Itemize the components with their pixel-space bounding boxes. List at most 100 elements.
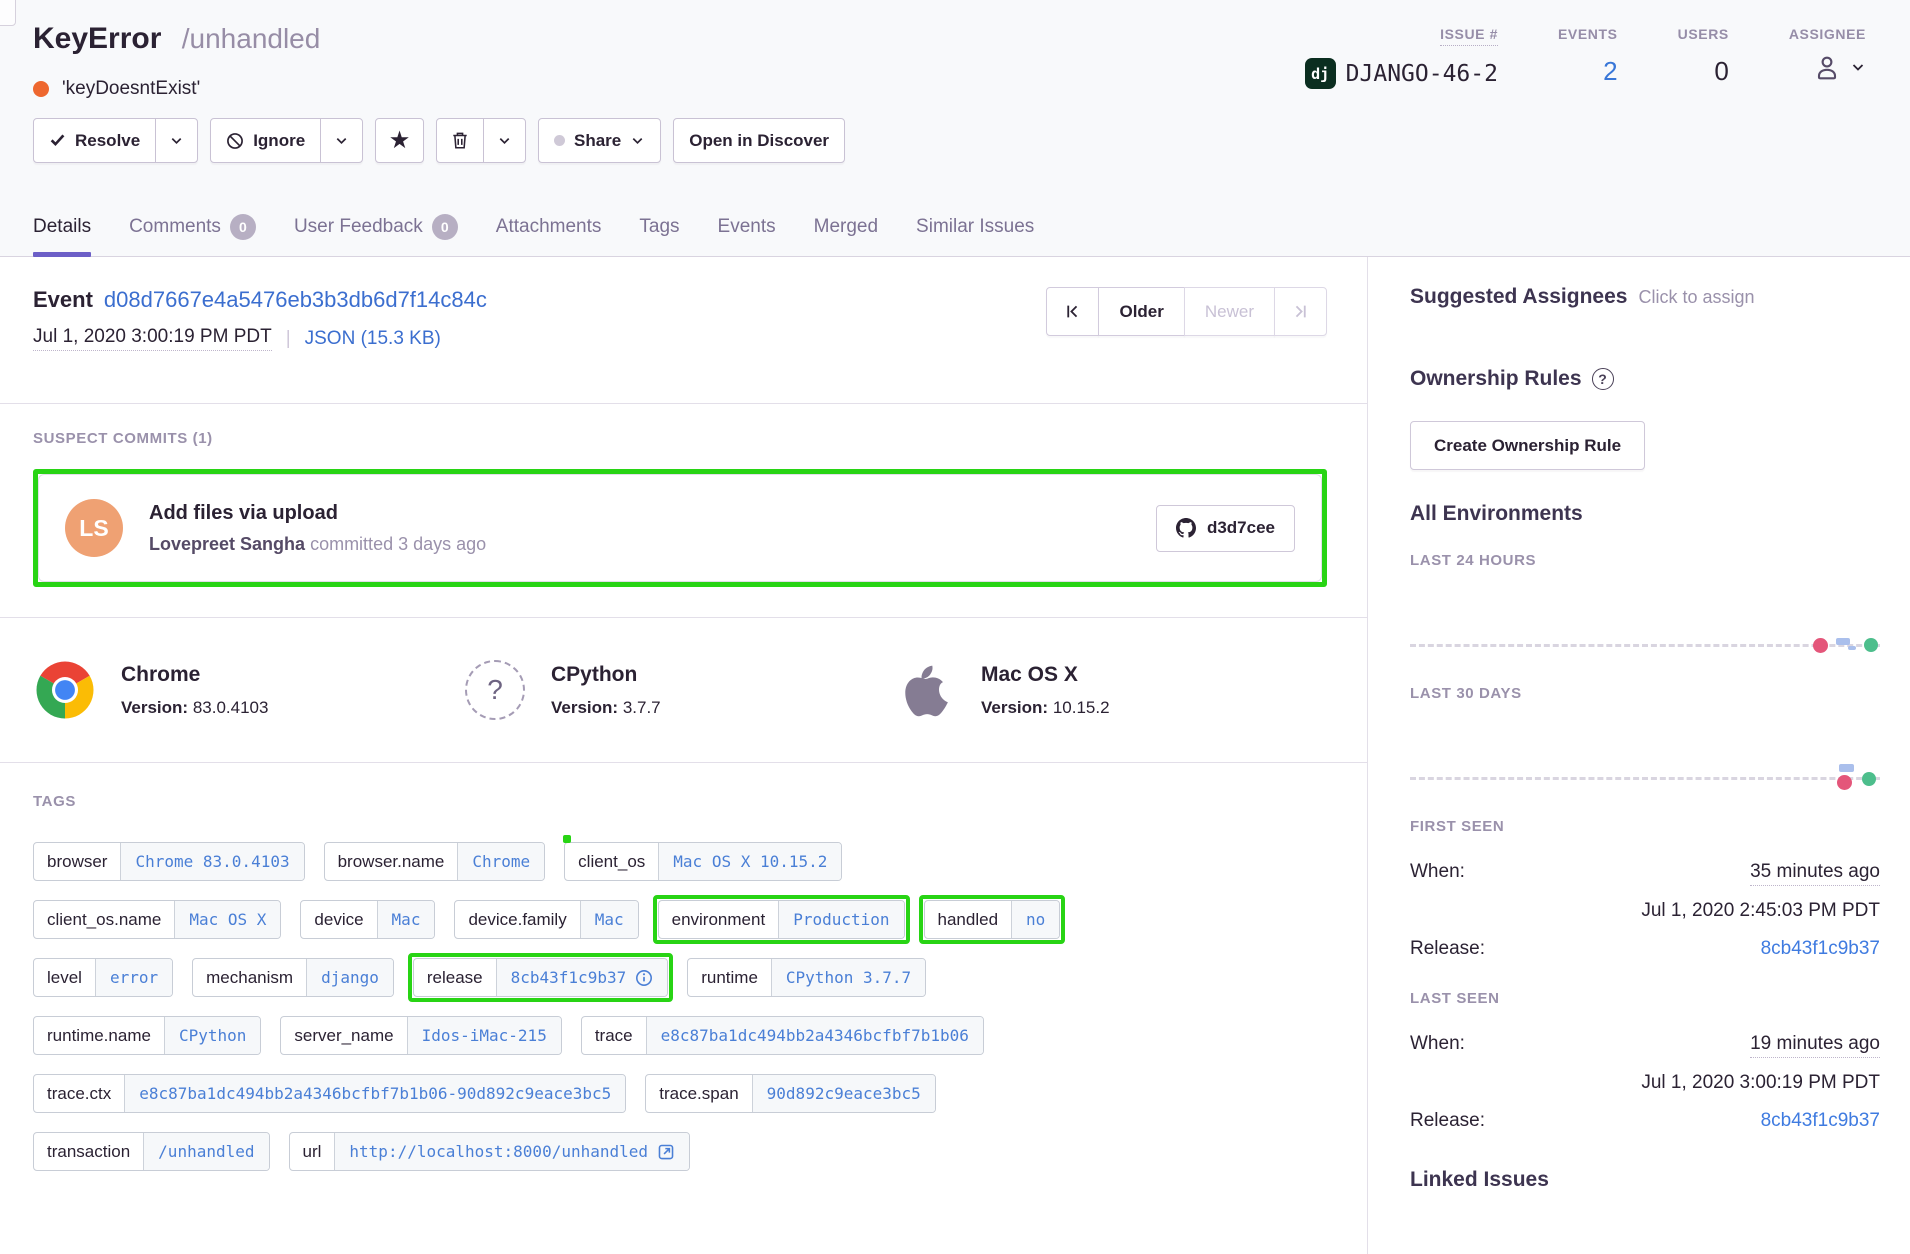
ownership-rules-heading: Ownership Rules ? [1410, 367, 1880, 391]
tag-value-link[interactable]: Chrome [457, 843, 544, 880]
last-seen-release-link[interactable]: 8cb43f1c9b37 [1761, 1110, 1880, 1132]
context-browser: Chrome Version: 83.0.4103 [33, 658, 463, 722]
unknown-question-icon: ? [463, 658, 527, 722]
resolve-button[interactable]: Resolve [34, 119, 155, 162]
tag-row: browserChrome 83.0.4103browser.nameChrom… [33, 842, 1327, 881]
delete-dropdown[interactable] [483, 119, 525, 162]
click-to-assign-hint: Click to assign [1638, 287, 1754, 308]
open-in-discover-button[interactable]: Open in Discover [673, 118, 845, 163]
tag-value-link[interactable]: http://localhost:8000/unhandled [334, 1133, 689, 1170]
ignore-dropdown[interactable] [320, 119, 362, 162]
tag-pill-trace.span: trace.span90d892c9eace3bc5 [645, 1074, 936, 1113]
events-count[interactable]: 2 [1558, 56, 1618, 87]
skip-to-oldest-icon [1064, 303, 1081, 320]
tab-badge: 0 [230, 214, 256, 240]
older-event-button[interactable]: Older [1098, 287, 1184, 336]
users-label: USERS [1678, 26, 1729, 42]
user-icon [1812, 52, 1842, 82]
tag-value-link[interactable]: CPython [164, 1017, 260, 1054]
chevron-down-icon [497, 133, 512, 148]
tag-value-link[interactable]: e8c87ba1dc494bb2a4346bcfbf7b1b06 [646, 1017, 983, 1054]
tab-label: Merged [814, 216, 878, 238]
tag-value-link[interactable]: Mac [377, 901, 435, 938]
tag-pill-url: urlhttp://localhost:8000/unhandled [289, 1132, 691, 1171]
external-link-icon [657, 1143, 675, 1161]
tag-value-link[interactable]: Chrome 83.0.4103 [120, 843, 303, 880]
context-os: Mac OS X Version: 10.15.2 [893, 658, 1323, 722]
tag-value-link[interactable]: Idos-iMac-215 [407, 1017, 561, 1054]
tag-value-link[interactable]: CPython 3.7.7 [771, 959, 925, 996]
last-30-days-label: LAST 30 DAYS [1410, 685, 1880, 702]
tab-attachments[interactable]: Attachments [496, 214, 602, 256]
tag-value-link[interactable]: Mac OS X 10.15.2 [658, 843, 841, 880]
tab-merged[interactable]: Merged [814, 214, 878, 256]
tag-pill-runtime: runtimeCPython 3.7.7 [687, 958, 926, 997]
tag-value-link[interactable]: 8cb43f1c9b37 [496, 959, 668, 996]
first-seen-absolute: Jul 1, 2020 2:45:03 PM PDT [1410, 900, 1880, 922]
tag-value-link[interactable]: 90d892c9eace3bc5 [752, 1075, 935, 1112]
error-level-dot [33, 81, 49, 97]
assignee-selector[interactable] [1789, 52, 1866, 82]
event-pagination: Older Newer [1046, 287, 1327, 336]
when-label: When: [1410, 1033, 1465, 1055]
tag-row: transaction/unhandled urlhttp://localhost… [33, 1132, 1327, 1171]
issue-short-id: DJANGO-46-2 [1346, 61, 1498, 87]
tag-key: client_os [565, 843, 658, 880]
tag-value-link[interactable]: no [1011, 901, 1059, 938]
resolve-dropdown[interactable] [155, 119, 197, 162]
event-id-link[interactable]: d08d7667e4a5476eb3b3db6d7f14c84c [104, 287, 487, 313]
tag-key: runtime [688, 959, 771, 996]
bookmark-button[interactable]: ★ [375, 118, 424, 163]
error-message: 'keyDoesntExist' [62, 78, 200, 100]
tag-key: transaction [34, 1133, 143, 1170]
tab-user-feedback[interactable]: User Feedback0 [294, 214, 458, 256]
event-json-link[interactable]: JSON (15.3 KB) [305, 328, 441, 350]
divider: | [286, 328, 291, 350]
commit-message: Add files via upload [149, 502, 1156, 525]
tag-value-link[interactable]: Production [778, 901, 903, 938]
last-24-hours-sparkline [1410, 575, 1880, 663]
tab-events[interactable]: Events [718, 214, 776, 256]
issue-header: KeyError /unhandled 'keyDoesntExist' ISS… [0, 0, 1910, 257]
tab-tags[interactable]: Tags [639, 214, 679, 256]
tab-comments[interactable]: Comments0 [129, 214, 256, 256]
tag-pill-release: release8cb43f1c9b37 [413, 958, 668, 997]
tag-pill-level: levelerror [33, 958, 173, 997]
tab-bar: DetailsComments0User Feedback0Attachment… [33, 214, 1034, 256]
share-button[interactable]: Share [538, 118, 661, 163]
suspect-commits-heading: SUSPECT COMMITS (1) [33, 430, 1327, 447]
page-title: KeyError /unhandled [33, 22, 320, 56]
newest-event-button[interactable] [1274, 287, 1327, 336]
resolve-button-group: Resolve [33, 118, 198, 163]
commit-time: committed 3 days ago [310, 534, 486, 554]
oldest-event-button[interactable] [1046, 287, 1099, 336]
context-name: Mac OS X [981, 663, 1110, 687]
tab-similar-issues[interactable]: Similar Issues [916, 214, 1034, 256]
suspect-commits-section: SUSPECT COMMITS (1) LS Add files via upl… [0, 404, 1367, 618]
newer-event-button[interactable]: Newer [1184, 287, 1275, 336]
tag-row: levelerrormechanismdjangorelease8cb43f1c… [33, 958, 1327, 997]
tag-list: browserChrome 83.0.4103browser.nameChrom… [33, 842, 1327, 1171]
tab-details[interactable]: Details [33, 214, 91, 256]
tag-value-link[interactable]: /unhandled [143, 1133, 268, 1170]
question-circle-icon[interactable]: ? [1592, 368, 1614, 390]
tag-value-link[interactable]: Mac [580, 901, 638, 938]
create-ownership-rule-button[interactable]: Create Ownership Rule [1410, 421, 1645, 470]
linked-issues-heading: Linked Issues [1410, 1168, 1880, 1192]
sparkline-baseline [1410, 777, 1880, 780]
tab-label: User Feedback [294, 216, 423, 238]
commit-sha-button[interactable]: d3d7cee [1156, 505, 1295, 552]
assignee-label: ASSIGNEE [1789, 26, 1866, 42]
info-circle-icon [635, 969, 653, 987]
first-seen-release-link[interactable]: 8cb43f1c9b37 [1761, 938, 1880, 960]
ignore-button[interactable]: Ignore [211, 119, 320, 162]
tag-value-link[interactable]: e8c87ba1dc494bb2a4346bcfbf7b1b06-90d892c… [124, 1075, 625, 1112]
tag-value-link[interactable]: Mac OS X [174, 901, 280, 938]
tag-value-link[interactable]: error [95, 959, 172, 996]
version-label: Version: [121, 698, 188, 717]
tag-value-link[interactable]: django [306, 959, 393, 996]
clipped-ui-artifact [0, 0, 16, 26]
tag-row: runtime.nameCPythonserver_nameIdos-iMac-… [33, 1016, 1327, 1055]
event-contexts-section: Chrome Version: 83.0.4103 ? CPython Vers… [0, 618, 1367, 763]
delete-button[interactable] [437, 119, 483, 162]
